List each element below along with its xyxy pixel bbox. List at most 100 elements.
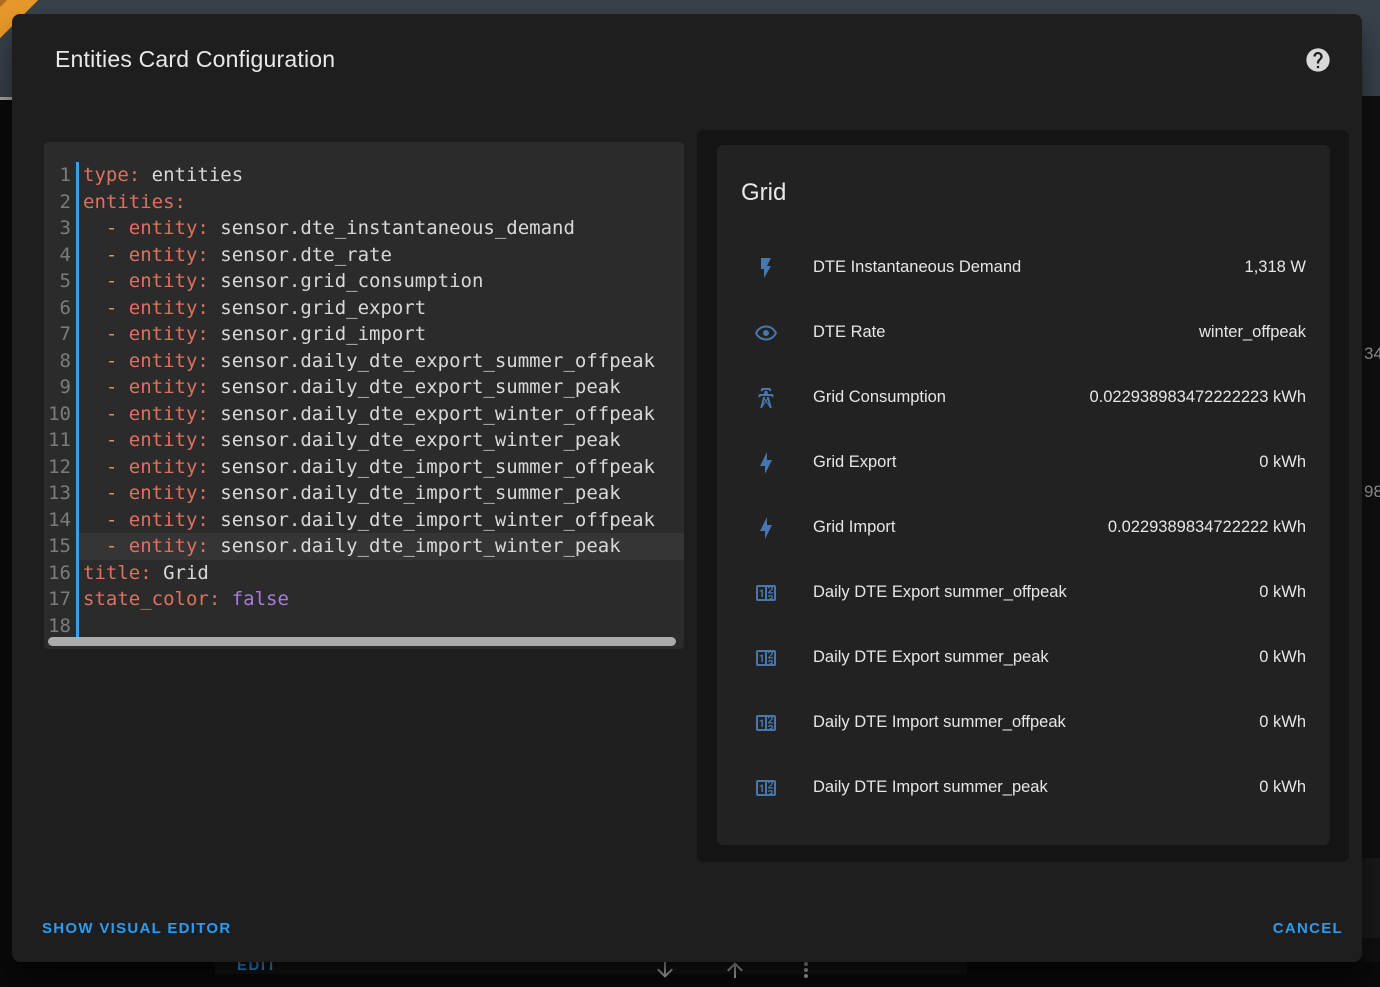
counter-icon xyxy=(754,581,778,605)
line-number: 8 xyxy=(44,348,79,375)
line-number: 7 xyxy=(44,321,79,348)
code-text: entities: xyxy=(79,189,684,216)
partial-sensor-value: 34 xyxy=(1364,344,1380,364)
code-text: state_color: false xyxy=(79,586,684,613)
code-line: 5 - entity: sensor.grid_consumption xyxy=(44,268,684,295)
line-number: 6 xyxy=(44,295,79,322)
editor-horizontal-scrollbar[interactable] xyxy=(48,637,676,646)
code-line: 2entities: xyxy=(44,189,684,216)
code-text: - entity: sensor.grid_export xyxy=(79,295,684,322)
code-text: - entity: sensor.daily_dte_export_summer… xyxy=(79,348,684,375)
line-number: 1 xyxy=(44,162,79,189)
code-text: - entity: sensor.daily_dte_import_summer… xyxy=(79,480,684,507)
eye-icon xyxy=(754,321,778,345)
line-number: 9 xyxy=(44,374,79,401)
code-line: 10 - entity: sensor.daily_dte_export_win… xyxy=(44,401,684,428)
entity-row[interactable]: DTE Instantaneous Demand 1,318 W xyxy=(717,235,1330,300)
code-text: - entity: sensor.daily_dte_import_summer… xyxy=(79,454,684,481)
code-text: - entity: sensor.daily_dte_import_winter… xyxy=(79,533,684,560)
entity-state-value: 0 kWh xyxy=(1259,648,1306,667)
entity-name: Daily DTE Import summer_offpeak xyxy=(813,713,1247,732)
code-line: 1type: entities xyxy=(44,162,684,189)
line-number: 15 xyxy=(44,533,79,560)
entity-name: Daily DTE Export summer_offpeak xyxy=(813,583,1247,602)
code-line: 4 - entity: sensor.dte_rate xyxy=(44,242,684,269)
entity-row[interactable]: Daily DTE Export summer_offpeak 0 kWh xyxy=(717,560,1330,625)
code-line: 11 - entity: sensor.daily_dte_export_win… xyxy=(44,427,684,454)
code-text: - entity: sensor.daily_dte_export_summer… xyxy=(79,374,684,401)
help-button[interactable] xyxy=(1304,46,1332,74)
code-text: - entity: sensor.daily_dte_export_winter… xyxy=(79,401,684,428)
code-line: 3 - entity: sensor.dte_instantaneous_dem… xyxy=(44,215,684,242)
line-number: 3 xyxy=(44,215,79,242)
entity-name: Grid Consumption xyxy=(813,388,1077,407)
cancel-button[interactable]: CANCEL xyxy=(1273,920,1343,937)
line-number: 14 xyxy=(44,507,79,534)
code-text: - entity: sensor.grid_import xyxy=(79,321,684,348)
line-number: 2 xyxy=(44,189,79,216)
line-number: 5 xyxy=(44,268,79,295)
dialog-title: Entities Card Configuration xyxy=(55,46,335,73)
line-number: 10 xyxy=(44,401,79,428)
code-line: 8 - entity: sensor.daily_dte_export_summ… xyxy=(44,348,684,375)
code-lines: 1type: entities2entities:3 - entity: sen… xyxy=(44,142,684,639)
line-number: 11 xyxy=(44,427,79,454)
code-text: - entity: sensor.dte_instantaneous_deman… xyxy=(79,215,684,242)
card-preview-panel: Grid DTE Instantaneous Demand1,318 WDTE … xyxy=(697,130,1349,862)
code-text: - entity: sensor.daily_dte_import_winter… xyxy=(79,507,684,534)
counter-icon xyxy=(754,646,778,670)
entity-state-value: 1,318 W xyxy=(1245,258,1306,277)
code-text: - entity: sensor.grid_consumption xyxy=(79,268,684,295)
entity-name: DTE Instantaneous Demand xyxy=(813,258,1233,277)
entity-rows: DTE Instantaneous Demand 1,318 W DTE Ratew… xyxy=(717,235,1330,820)
entity-state-value: 0 kWh xyxy=(1259,583,1306,602)
background-card-edge xyxy=(1362,858,1380,938)
code-line: 15 - entity: sensor.daily_dte_import_win… xyxy=(44,533,684,560)
code-line: 14 - entity: sensor.daily_dte_import_win… xyxy=(44,507,684,534)
code-line: 16title: Grid xyxy=(44,560,684,587)
line-number: 17 xyxy=(44,586,79,613)
line-number: 4 xyxy=(44,242,79,269)
code-line: 7 - entity: sensor.grid_import xyxy=(44,321,684,348)
code-line: 12 - entity: sensor.daily_dte_import_sum… xyxy=(44,454,684,481)
code-text xyxy=(79,613,684,640)
entity-row[interactable]: Daily DTE Export summer_peak 0 kWh xyxy=(717,625,1330,690)
entity-row[interactable]: Grid Import0.0229389834722222 kWh xyxy=(717,495,1330,560)
entity-row[interactable]: DTE Ratewinter_offpeak xyxy=(717,300,1330,365)
entity-state-value: 0.022938983472222223 kWh xyxy=(1089,388,1306,407)
partial-sensor-value: 98 xyxy=(1364,482,1380,502)
code-line: 6 - entity: sensor.grid_export xyxy=(44,295,684,322)
entity-name: Daily DTE Import summer_peak xyxy=(813,778,1247,797)
flash-icon xyxy=(754,256,778,280)
code-text: - entity: sensor.dte_rate xyxy=(79,242,684,269)
entity-name: Grid Export xyxy=(813,453,1247,472)
code-text: - entity: sensor.daily_dte_export_winter… xyxy=(79,427,684,454)
entity-state-value: 0 kWh xyxy=(1259,453,1306,472)
entity-name: Daily DTE Export summer_peak xyxy=(813,648,1247,667)
card-title: Grid xyxy=(741,179,786,207)
transmission-tower-icon xyxy=(754,386,778,410)
entity-state-value: 0 kWh xyxy=(1259,713,1306,732)
entity-row[interactable]: Daily DTE Import summer_offpeak 0 kWh xyxy=(717,690,1330,755)
code-line: 13 - entity: sensor.daily_dte_import_sum… xyxy=(44,480,684,507)
code-text: title: Grid xyxy=(79,560,684,587)
entity-state-value: 0.0229389834722222 kWh xyxy=(1108,518,1306,537)
line-number: 12 xyxy=(44,454,79,481)
entities-card-preview: Grid DTE Instantaneous Demand1,318 WDTE … xyxy=(717,145,1330,845)
yaml-code-editor[interactable]: 1type: entities2entities:3 - entity: sen… xyxy=(44,142,684,649)
entity-row[interactable]: Grid Consumption 0.022938983472222223 kWh xyxy=(717,365,1330,430)
counter-icon xyxy=(754,711,778,735)
help-circle-icon xyxy=(1304,62,1332,77)
counter-icon xyxy=(754,776,778,800)
entities-card-configuration-dialog: Entities Card Configuration 1type: entit… xyxy=(12,14,1362,962)
entity-row[interactable]: Grid Export 0 kWh xyxy=(717,430,1330,495)
line-number: 16 xyxy=(44,560,79,587)
entity-row[interactable]: Daily DTE Import summer_peak 0 kWh xyxy=(717,755,1330,820)
show-visual-editor-button[interactable]: SHOW VISUAL EDITOR xyxy=(42,920,232,937)
lightning-bolt-icon xyxy=(754,451,778,475)
code-line: 18 xyxy=(44,613,684,640)
entity-state-value: 0 kWh xyxy=(1259,778,1306,797)
code-line: 9 - entity: sensor.daily_dte_export_summ… xyxy=(44,374,684,401)
code-text: type: entities xyxy=(79,162,684,189)
page-background-right xyxy=(1362,96,1380,974)
